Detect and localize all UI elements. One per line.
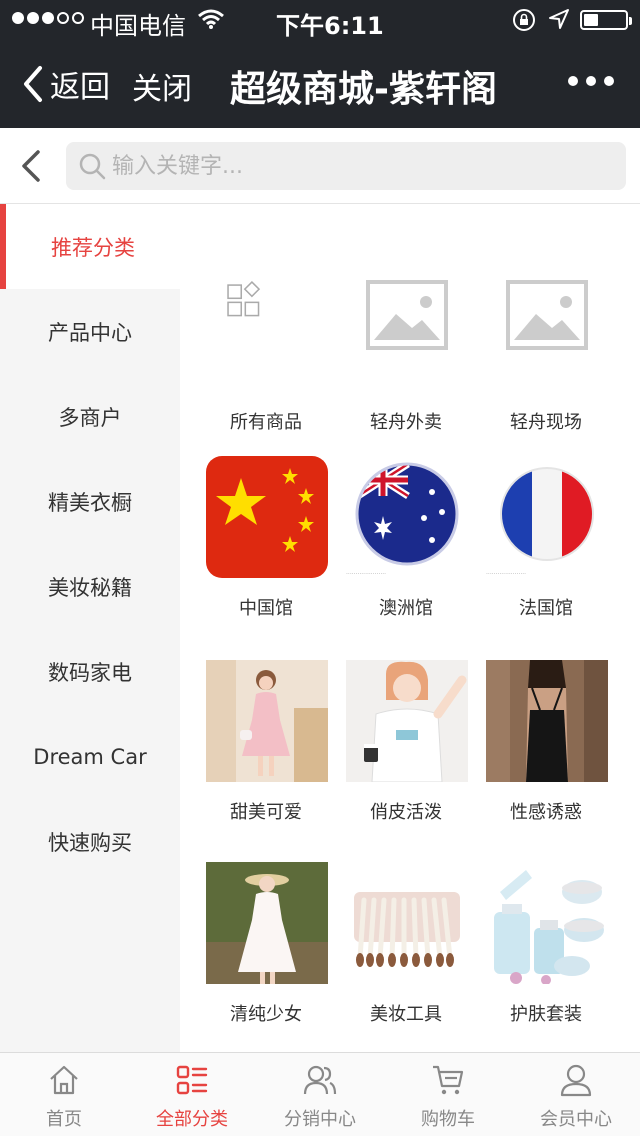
tab-label: 首页	[46, 1109, 82, 1130]
category-label: 俏皮活泼	[370, 802, 442, 823]
photo-black-dress	[486, 660, 608, 782]
category-label: 澳洲馆	[379, 598, 433, 619]
sidebar-item-products[interactable]: 产品中心	[0, 289, 180, 374]
nav-bar: 返回 关闭 超级商城-紫轩阁	[0, 40, 640, 128]
category-sidebar: 推荐分类 产品中心 多商户 精美衣橱 美妆秘籍 数码家电 Dream Car 快…	[0, 204, 180, 1052]
tab-label: 全部分类	[156, 1109, 228, 1130]
category-sexy[interactable]: 性感诱惑	[476, 660, 616, 860]
search-box[interactable]	[66, 142, 626, 190]
category-label: 护肤套装	[510, 1004, 582, 1025]
status-bar: 中国电信 下午6:11	[0, 0, 640, 40]
battery-icon	[580, 10, 632, 30]
back-button[interactable]: 返回	[18, 62, 110, 106]
back-label: 返回	[50, 70, 110, 105]
category-china-pavilion[interactable]: 中国馆	[196, 456, 336, 656]
users-icon	[303, 1065, 337, 1095]
image-placeholder-icon	[366, 280, 448, 350]
category-icon	[176, 1065, 208, 1095]
chevron-left-icon	[24, 66, 42, 102]
category-skincare-set[interactable]: 护肤套装	[476, 862, 616, 1062]
page-title: 超级商城-紫轩阁	[230, 69, 497, 110]
tab-cart[interactable]: 购物车	[384, 1053, 512, 1136]
clock: 下午6:11	[276, 12, 384, 40]
more-menu-button[interactable]	[568, 76, 614, 86]
chevron-left-icon[interactable]	[18, 146, 46, 186]
sidebar-item-quick-buy[interactable]: 快速购买	[0, 799, 180, 884]
category-grid: 所有商品 轻舟外卖 轻舟现场 中国馆 ·····················…	[180, 204, 640, 1052]
sidebar-item-merchants[interactable]: 多商户	[0, 374, 180, 459]
category-label: 性感诱惑	[510, 802, 582, 823]
category-pure[interactable]: 清纯少女	[196, 862, 336, 1062]
category-label: 法国馆	[519, 598, 573, 619]
category-live[interactable]: 轻舟现场	[476, 270, 616, 470]
location-icon	[549, 9, 569, 29]
category-label: 轻舟外卖	[370, 412, 442, 433]
sidebar-item-recommended[interactable]: 推荐分类	[0, 204, 180, 289]
australia-flag: ·····················	[346, 462, 459, 578]
top-bar: 中国电信 下午6:11 返回 关闭 超级商城-紫轩阁	[0, 0, 640, 128]
tab-label: 分销中心	[284, 1109, 356, 1130]
grid-icon	[227, 280, 261, 317]
category-label: 甜美可爱	[230, 802, 302, 823]
tab-home[interactable]: 首页	[0, 1053, 128, 1136]
search-bar	[0, 128, 640, 204]
search-input[interactable]	[112, 142, 612, 190]
category-label: 轻舟现场	[510, 412, 582, 433]
user-icon	[560, 1064, 592, 1097]
svg-text:·····················: ·····················	[486, 571, 526, 578]
svg-text:·····················: ·····················	[346, 571, 386, 578]
photo-brushes	[346, 862, 468, 984]
tab-member[interactable]: 会员中心	[512, 1053, 640, 1136]
category-all-products[interactable]: 所有商品	[196, 270, 336, 470]
tab-label: 会员中心	[540, 1109, 612, 1130]
category-label: 所有商品	[230, 412, 302, 433]
photo-white-tshirt	[346, 660, 468, 782]
wifi-icon	[198, 9, 224, 29]
france-flag: ·····················	[486, 467, 594, 578]
carrier-name: 中国电信	[90, 12, 186, 40]
search-icon	[79, 153, 106, 180]
signal-strength-icon	[12, 12, 84, 24]
sidebar-item-electronics[interactable]: 数码家电	[0, 629, 180, 714]
sidebar-item-dream-car[interactable]: Dream Car	[0, 714, 180, 799]
close-button[interactable]: 关闭	[132, 64, 192, 108]
sidebar-item-beauty[interactable]: 美妆秘籍	[0, 544, 180, 629]
bottom-tab-bar: 首页 全部分类 分销中心 购物车 会员中心	[0, 1052, 640, 1136]
photo-white-dress	[206, 862, 328, 984]
home-icon	[50, 1065, 78, 1095]
rotation-lock-icon	[513, 9, 535, 31]
tab-distribution[interactable]: 分销中心	[256, 1053, 384, 1136]
cart-icon	[433, 1065, 464, 1095]
category-label: 清纯少女	[230, 1004, 302, 1025]
tab-all-categories[interactable]: 全部分类	[128, 1053, 256, 1136]
photo-skincare	[486, 862, 608, 984]
category-takeout[interactable]: 轻舟外卖	[336, 270, 476, 470]
sidebar-item-wardrobe[interactable]: 精美衣橱	[0, 459, 180, 544]
category-makeup-tools[interactable]: 美妆工具	[336, 862, 476, 1062]
tab-label: 购物车	[421, 1109, 475, 1130]
image-placeholder-icon	[506, 280, 588, 350]
photo-pink-dress	[206, 660, 328, 782]
category-label: 中国馆	[239, 598, 293, 619]
category-sweet[interactable]: 甜美可爱	[196, 660, 336, 860]
category-france-pavilion[interactable]: ····················· 法国馆	[476, 456, 616, 656]
china-flag	[206, 456, 328, 578]
category-playful[interactable]: 俏皮活泼	[336, 660, 476, 860]
category-australia-pavilion[interactable]: ····················· 澳洲馆	[336, 456, 476, 656]
category-label: 美妆工具	[370, 1004, 442, 1025]
